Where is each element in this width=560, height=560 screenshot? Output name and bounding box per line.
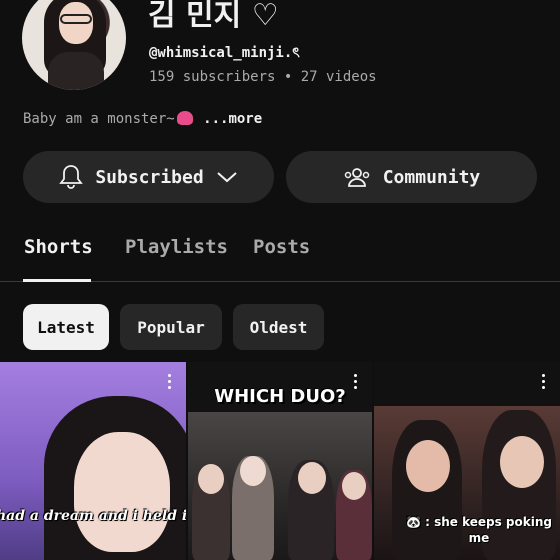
channel-name: 김 민지 ♡ [148,0,279,33]
channel-handle: @whimsical_minji.ৎ [149,45,300,61]
active-tab-indicator [23,279,91,282]
bell-icon [59,164,84,190]
short-thumbnail [188,412,372,560]
thumbnail-face [500,436,544,488]
thumbnail-face [74,432,170,552]
subscribed-button[interactable]: Subscribed [23,151,274,203]
tab-shorts[interactable]: Shorts [24,236,93,258]
more-link[interactable]: ...more [203,111,262,127]
description-text: Baby am a monster~ [23,111,175,127]
short-caption: had a dream and i held it tig [0,508,186,524]
short-card[interactable]: had a dream and i held it tig [0,362,186,560]
more-vert-icon[interactable] [540,374,546,389]
tab-playlists[interactable]: Playlists [125,236,228,258]
avatar-glasses [60,14,92,24]
short-card[interactable]: 🐼 : she keeps poking me [374,362,560,560]
channel-description[interactable]: Baby am a monster~ ...more [23,111,262,127]
thumbnail-face [198,464,224,494]
more-vert-icon[interactable] [352,374,358,389]
avatar-body [48,52,104,90]
thumbnail-face [240,456,266,486]
shorts-grid: had a dream and i held it tig WHICH DUO?… [0,362,560,560]
thumbnail-face [342,472,366,500]
octopus-emoji-icon [176,111,193,125]
channel-stats: 159 subscribers • 27 videos [149,69,377,85]
thumbnail-face [406,440,450,492]
community-label: Community [382,166,481,188]
people-icon [343,166,371,188]
short-caption: 🐼 : she keeps poking me [405,515,552,545]
chevron-down-icon [216,170,238,184]
tab-posts[interactable]: Posts [253,236,310,258]
short-title: WHICH DUO? [214,386,346,407]
more-vert-icon[interactable] [166,374,172,389]
thumbnail-face [298,462,326,494]
filter-popular[interactable]: Popular [120,304,222,350]
subscribed-label: Subscribed [95,166,204,188]
community-button[interactable]: Community [286,151,537,203]
filter-latest[interactable]: Latest [23,304,109,350]
channel-tabs: Shorts Playlists Posts [0,226,560,282]
filter-oldest[interactable]: Oldest [233,304,324,350]
channel-avatar[interactable] [22,0,126,90]
short-card[interactable]: WHICH DUO? [188,362,372,560]
